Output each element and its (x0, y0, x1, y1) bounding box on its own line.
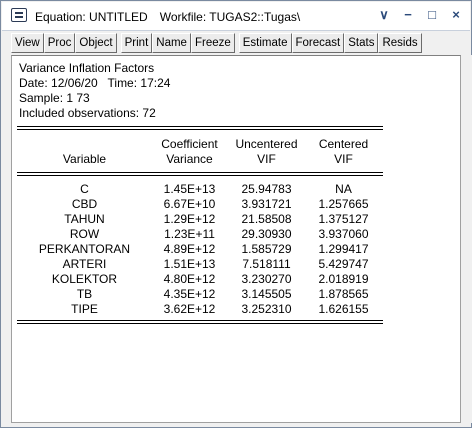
stats-button[interactable]: Stats (344, 33, 379, 53)
cell-centered-vif: 1.375127 (318, 212, 369, 226)
window-controls: ∨ − □ × (378, 7, 462, 23)
cell-uncentered-vif: 3.230270 (241, 272, 292, 286)
cell-coef-variance: 6.67E+10 (163, 197, 216, 211)
cell-uncentered-vif: 3.931721 (241, 197, 292, 211)
title-bar[interactable]: Equation: UNTITLED Workfile: TUGAS2::Tuga… (2, 2, 470, 31)
maximize-icon[interactable]: □ (426, 7, 438, 23)
table-header-rule-2 (17, 175, 383, 176)
close-icon[interactable]: × (450, 7, 462, 23)
header-centered: Centered (318, 137, 369, 151)
cell-uncentered-vif: 21.58508 (241, 212, 292, 226)
cell-centered-vif: 5.429747 (318, 257, 369, 271)
window-title-equation: Equation: UNTITLED (35, 10, 148, 24)
cell-variable: PERKANTORAN (38, 242, 131, 256)
cell-variable: TAHUN (64, 212, 105, 226)
cell-centered-vif: 1.299417 (318, 242, 369, 256)
cell-centered-vif: 1.626155 (318, 302, 369, 316)
print-button[interactable]: Print (120, 33, 153, 53)
cell-coef-variance: 4.89E+12 (163, 242, 216, 256)
cell-coef-variance: 1.23E+11 (164, 227, 215, 241)
header-variance: Variance (166, 152, 213, 166)
cell-variable: TIPE (71, 302, 98, 316)
cell-centered-vif: 3.937060 (318, 227, 369, 241)
cell-uncentered-vif: 29.30930 (241, 227, 292, 241)
header-centered-vif: VIF (334, 152, 353, 166)
sample-line: Sample: 1 73 (19, 91, 90, 105)
cell-centered-vif: NA (335, 182, 352, 196)
cell-variable: TB (76, 287, 93, 301)
toolbar: View Proc Object Print Name Freeze Estim… (11, 32, 461, 54)
table-top-rule-2 (17, 129, 383, 130)
cell-uncentered-vif: 3.252310 (241, 302, 292, 316)
window-title-workfile: Workfile: TUGAS2::Tugas\ (159, 10, 301, 24)
freeze-button[interactable]: Freeze (190, 33, 235, 53)
cell-variable: ROW (69, 227, 100, 241)
cell-variable: CBD (71, 197, 98, 211)
dropdown-icon[interactable]: ∨ (378, 7, 390, 23)
cell-centered-vif: 1.257665 (318, 197, 369, 211)
header-variable: Variable (62, 152, 107, 166)
output-heading: Variance Inflation Factors (19, 61, 155, 75)
cell-coef-variance: 1.45E+13 (163, 182, 216, 196)
equation-window-icon[interactable] (11, 8, 27, 22)
table-top-rule (17, 126, 383, 127)
cell-coef-variance: 1.51E+13 (163, 257, 216, 271)
date-time-line: Date: 12/06/20 Time: 17:24 (19, 76, 171, 90)
resids-button[interactable]: Resids (378, 33, 422, 53)
output-panel[interactable]: Variance Inflation Factors Date: 12/06/2… (11, 55, 461, 423)
observations-line: Included observations: 72 (19, 106, 156, 120)
cell-variable: KOLEKTOR (51, 272, 118, 286)
cell-uncentered-vif: 1.585729 (241, 242, 292, 256)
table-header-rule (17, 172, 383, 173)
cell-coef-variance: 4.80E+12 (163, 272, 216, 286)
cell-variable: C (80, 182, 89, 196)
forecast-button[interactable]: Forecast (291, 33, 345, 53)
window-right-edge (462, 55, 472, 423)
cell-centered-vif: 1.878565 (318, 287, 369, 301)
header-uncentered: Uncentered (235, 137, 298, 151)
cell-uncentered-vif: 25.94783 (241, 182, 292, 196)
header-uncentered-vif: VIF (257, 152, 276, 166)
cell-coef-variance: 3.62E+12 (163, 302, 216, 316)
cell-coef-variance: 4.35E+12 (163, 287, 216, 301)
output-header: Variance Inflation Factors Date: 12/06/2… (19, 61, 170, 121)
table-bottom-rule-2 (17, 323, 383, 324)
table-bottom-rule (17, 320, 383, 321)
name-button[interactable]: Name (152, 33, 191, 53)
cell-uncentered-vif: 3.145505 (241, 287, 292, 301)
minimize-icon[interactable]: − (402, 7, 414, 23)
cell-uncentered-vif: 7.518111 (242, 257, 291, 271)
proc-button[interactable]: Proc (43, 33, 76, 53)
cell-centered-vif: 2.018919 (318, 272, 369, 286)
view-button[interactable]: View (11, 33, 44, 53)
equation-window: Equation: UNTITLED Workfile: TUGAS2::Tuga… (0, 0, 472, 428)
cell-coef-variance: 1.29E+12 (163, 212, 216, 226)
header-coefficient: Coefficient (161, 137, 218, 151)
estimate-button[interactable]: Estimate (238, 33, 292, 53)
window-title: Equation: UNTITLED Workfile: TUGAS2::Tuga… (35, 10, 300, 24)
object-button[interactable]: Object (75, 33, 117, 53)
cell-variable: ARTERI (62, 257, 107, 271)
